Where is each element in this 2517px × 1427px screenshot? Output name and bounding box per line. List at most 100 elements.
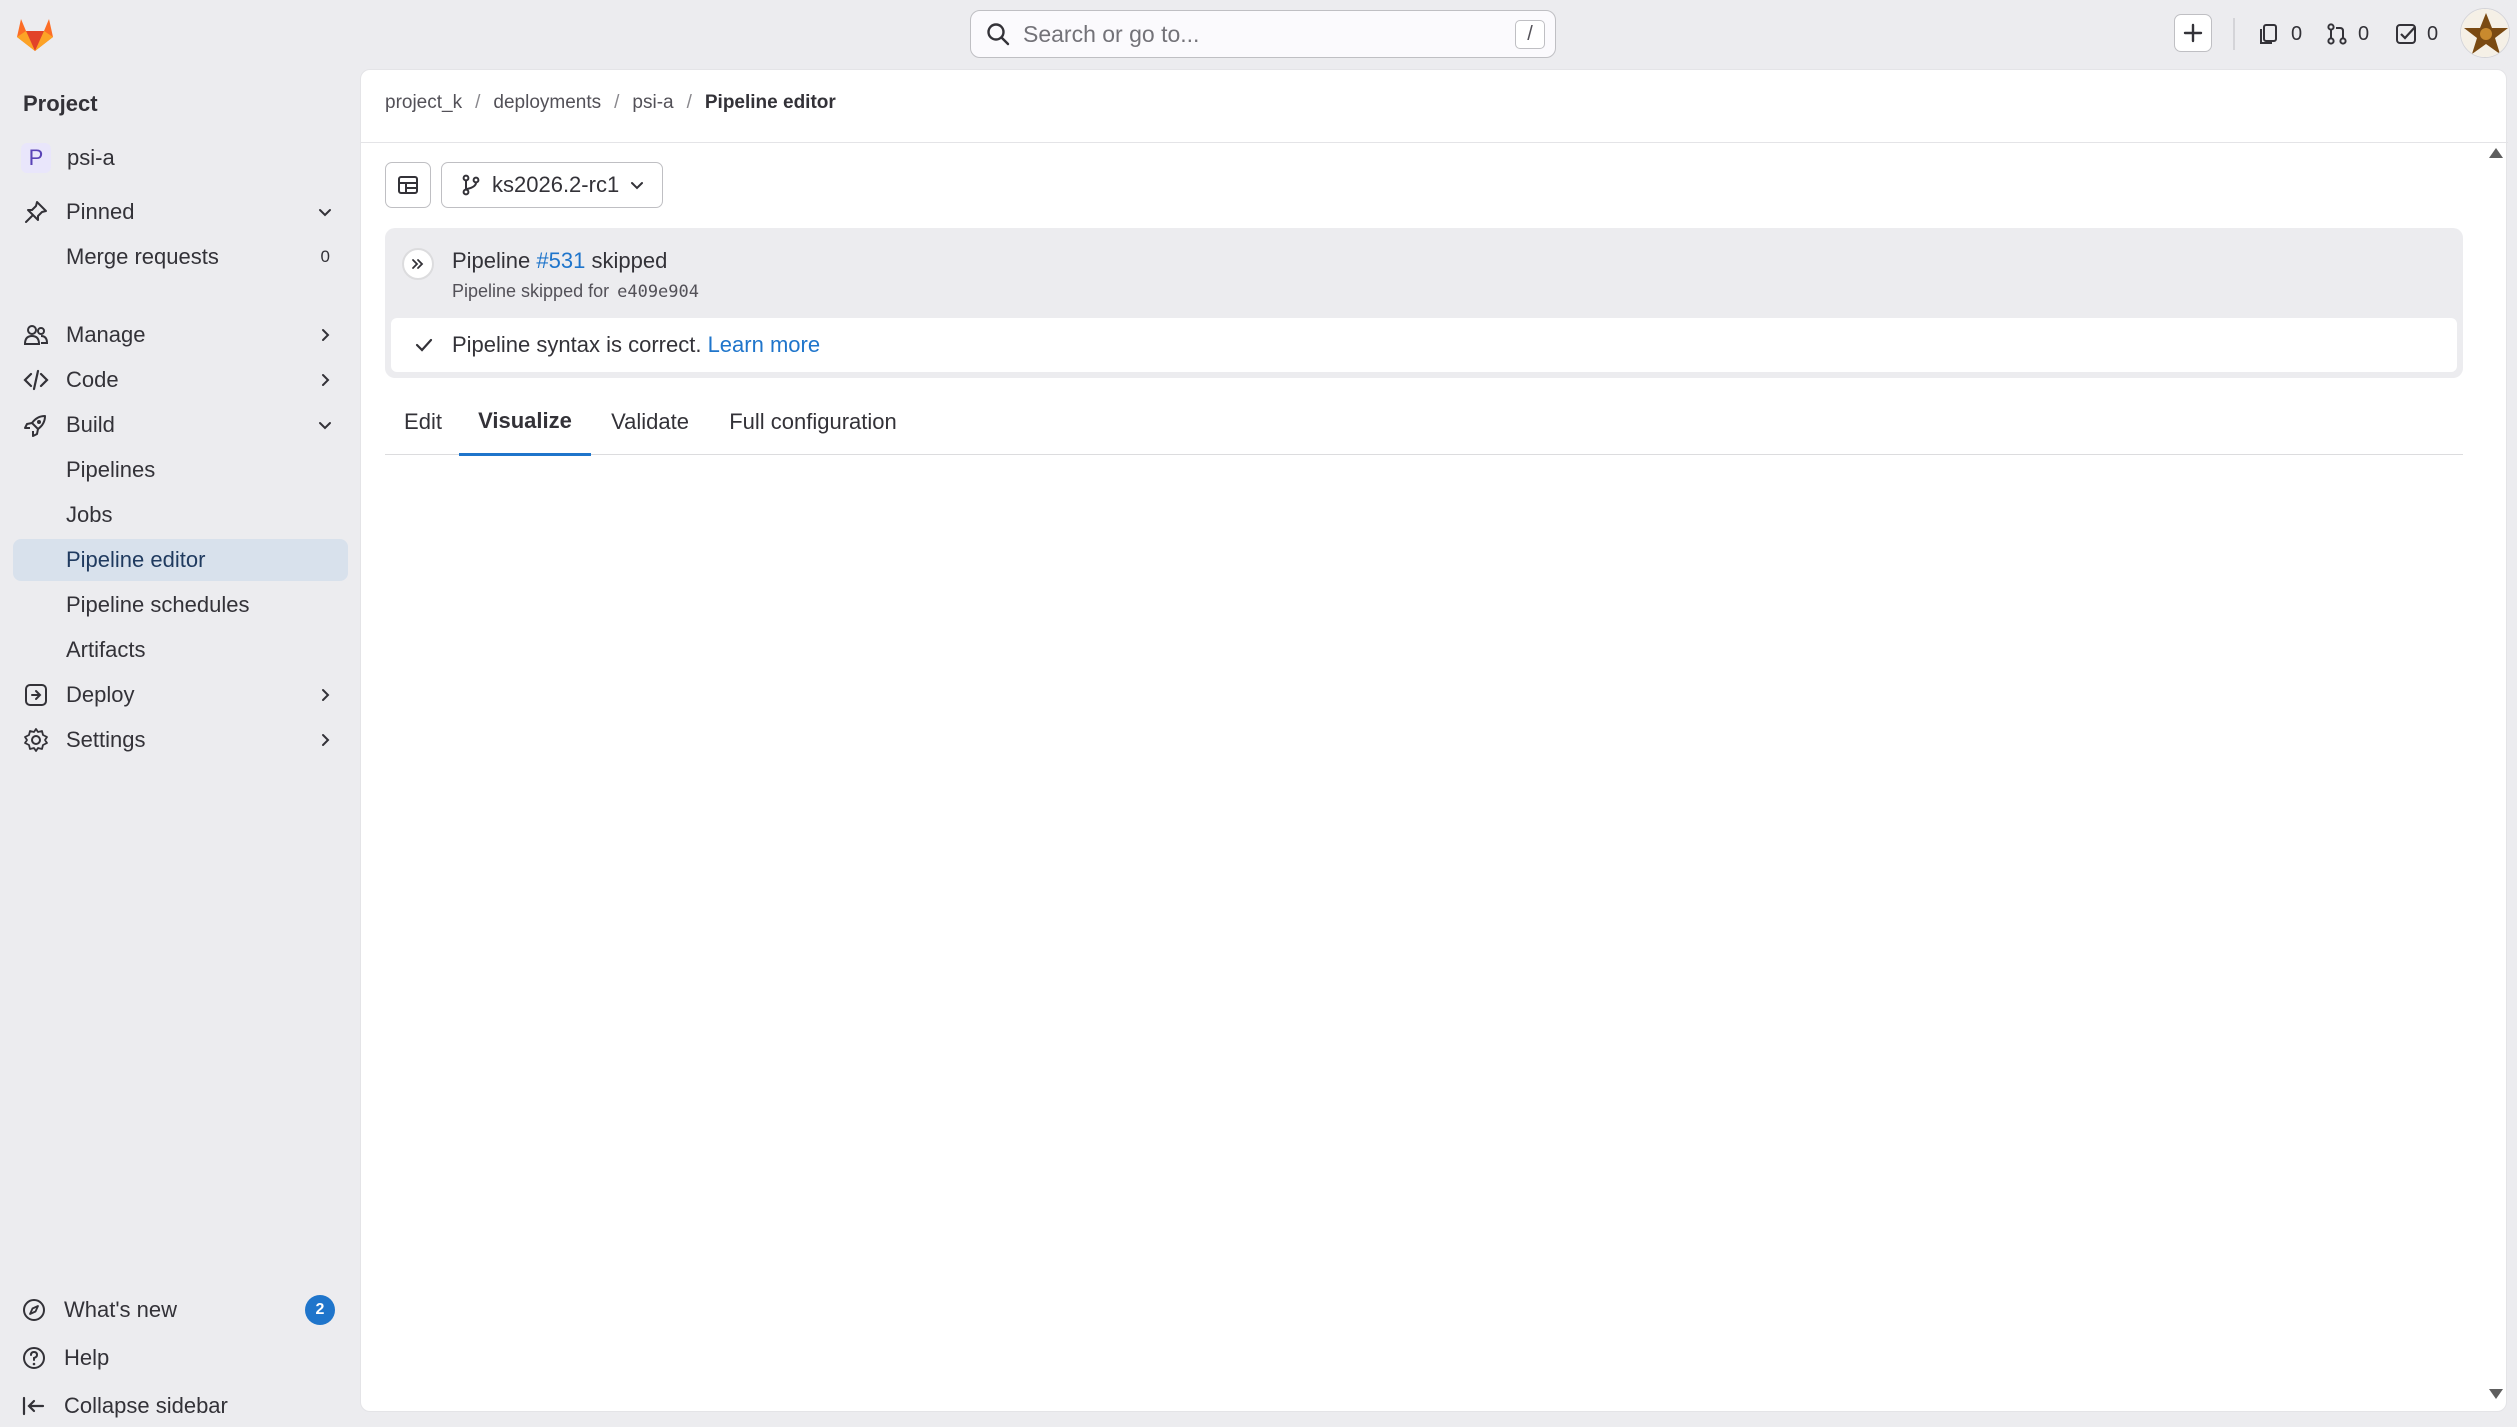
breadcrumb-separator: / bbox=[475, 92, 481, 113]
sidebar-item-artifacts[interactable]: Artifacts bbox=[13, 629, 348, 671]
users-icon bbox=[23, 325, 49, 345]
plus-icon bbox=[2183, 23, 2203, 43]
sidebar-item-deploy[interactable]: Deploy bbox=[13, 674, 348, 716]
issues-icon bbox=[2260, 24, 2277, 44]
whats-new-button[interactable]: What's new 2 bbox=[13, 1289, 348, 1331]
breadcrumb-separator: / bbox=[686, 92, 692, 113]
sidebar-item-pipeline-editor[interactable]: Pipeline editor bbox=[13, 539, 348, 581]
project-name: psi-a bbox=[67, 145, 115, 170]
sidebar-item-build[interactable]: Build bbox=[13, 404, 348, 446]
chevron-down-icon bbox=[631, 182, 644, 190]
sidebar-item-label: Pinned bbox=[66, 199, 135, 224]
sidebar-item-label: Manage bbox=[66, 322, 146, 347]
tab-visualize[interactable]: Visualize bbox=[459, 388, 591, 456]
branch-selector[interactable]: ks2026.2-rc1 bbox=[441, 162, 663, 208]
top-bar: Search or go to... / 0 0 0 bbox=[0, 0, 2517, 69]
pipeline-status-text: skipped bbox=[591, 248, 668, 273]
issues-counter[interactable]: 0 bbox=[2258, 18, 2302, 50]
breadcrumb-item[interactable]: deployments bbox=[493, 92, 601, 114]
tab-validate[interactable]: Validate bbox=[595, 388, 705, 455]
scroll-up-arrow-icon[interactable] bbox=[2489, 148, 2503, 158]
pipeline-sub-text: Pipeline skipped for bbox=[452, 281, 610, 301]
avatar-image-icon bbox=[2461, 9, 2509, 57]
lint-message: Pipeline syntax is correct. bbox=[452, 332, 702, 357]
sidebar-item-pipelines[interactable]: Pipelines bbox=[13, 449, 348, 491]
sidebar-item-pinned[interactable]: Pinned bbox=[13, 191, 348, 233]
chevron-right-icon bbox=[322, 329, 330, 341]
project-link[interactable]: P psi-a bbox=[13, 136, 348, 180]
sidebar-item-label: Artifacts bbox=[66, 637, 146, 662]
tab-edit[interactable]: Edit bbox=[385, 388, 461, 455]
sidebar-item-label: Code bbox=[66, 367, 119, 392]
sidebar-item-merge-requests[interactable]: Merge requests 0 bbox=[13, 236, 348, 278]
todos-count: 0 bbox=[2427, 22, 2439, 45]
breadcrumb-separator: / bbox=[614, 92, 620, 113]
breadcrumb-item[interactable]: psi-a bbox=[632, 92, 673, 114]
pipeline-prefix: Pipeline bbox=[452, 248, 531, 273]
lint-status-text: Pipeline syntax is correct. Learn more bbox=[452, 332, 820, 358]
breadcrumb-current[interactable]: Pipeline editor bbox=[705, 92, 836, 114]
issues-count: 0 bbox=[2291, 22, 2303, 45]
chevron-down-icon bbox=[319, 209, 331, 217]
collapse-left-icon bbox=[22, 1396, 45, 1416]
deploy-icon bbox=[25, 684, 47, 706]
help-button[interactable]: Help bbox=[13, 1337, 348, 1379]
merge-requests-count: 0 bbox=[2358, 22, 2370, 45]
commit-sha-link[interactable]: e409e904 bbox=[617, 282, 699, 302]
pin-icon bbox=[25, 201, 47, 223]
sidebar-item-manage[interactable]: Manage bbox=[13, 314, 348, 356]
chevron-right-icon bbox=[322, 689, 330, 701]
breadcrumb: project_k / deployments / psi-a / Pipeli… bbox=[385, 92, 836, 114]
merge-requests-counter[interactable]: 0 bbox=[2325, 18, 2369, 50]
collapse-sidebar-button[interactable]: Collapse sidebar bbox=[13, 1385, 348, 1427]
todo-icon bbox=[2396, 24, 2416, 44]
rocket-icon bbox=[24, 415, 46, 437]
sidebar-item-label: Merge requests bbox=[66, 244, 219, 269]
chevron-right-icon bbox=[322, 374, 330, 386]
whats-new-badge: 2 bbox=[305, 1295, 335, 1325]
sidebar-item-code[interactable]: Code bbox=[13, 359, 348, 401]
todos-counter[interactable]: 0 bbox=[2394, 18, 2438, 50]
sidebar-item-label: Pipelines bbox=[66, 457, 156, 482]
sidebar-item-label: Pipeline schedules bbox=[66, 592, 250, 617]
sidebar-item-settings[interactable]: Settings bbox=[13, 719, 348, 761]
chevron-right-icon bbox=[322, 734, 330, 746]
sidebar-item-label: Pipeline editor bbox=[66, 547, 206, 572]
sidebar-heading: Project bbox=[23, 91, 98, 116]
sidebar-item-label: Build bbox=[66, 412, 115, 437]
project-avatar: P bbox=[21, 143, 51, 173]
sidebar-item-label: Deploy bbox=[66, 682, 135, 707]
branch-name: ks2026.2-rc1 bbox=[492, 172, 620, 197]
user-avatar[interactable] bbox=[2460, 8, 2510, 58]
main-content: project_k / deployments / psi-a / Pipeli… bbox=[360, 69, 2508, 1412]
pipeline-id-link[interactable]: #531 bbox=[536, 248, 585, 273]
code-icon bbox=[23, 369, 49, 391]
sidebar-item-label: Jobs bbox=[66, 502, 113, 527]
whats-new-label: What's new bbox=[64, 1297, 178, 1322]
compass-icon bbox=[23, 1299, 45, 1321]
create-new-button[interactable] bbox=[2174, 14, 2212, 52]
pipeline-status-subtitle: Pipeline skipped for e409e904 bbox=[452, 281, 699, 302]
topbar-divider bbox=[2233, 18, 2235, 50]
search-shortcut-key: / bbox=[1515, 20, 1545, 49]
breadcrumb-item[interactable]: project_k bbox=[385, 92, 462, 114]
search-icon bbox=[987, 23, 1010, 46]
help-icon bbox=[23, 1347, 45, 1369]
visualization-canvas bbox=[385, 460, 2463, 1390]
branch-icon bbox=[462, 174, 480, 196]
file-tree-toggle-button[interactable] bbox=[385, 162, 431, 208]
status-skipped-icon[interactable] bbox=[402, 248, 434, 280]
check-icon bbox=[415, 338, 433, 352]
learn-more-link[interactable]: Learn more bbox=[708, 332, 821, 357]
file-tree-icon bbox=[398, 176, 418, 194]
search-input[interactable]: Search or go to... / bbox=[970, 10, 1556, 58]
sidebar-item-pipeline-schedules[interactable]: Pipeline schedules bbox=[13, 584, 348, 626]
sidebar: Project P psi-a Pinned Merge requests 0 … bbox=[0, 69, 360, 1418]
lint-status-row: Pipeline syntax is correct. Learn more bbox=[391, 318, 2457, 372]
scroll-down-arrow-icon[interactable] bbox=[2489, 1389, 2503, 1399]
merge-requests-count: 0 bbox=[320, 247, 330, 266]
tab-full-configuration[interactable]: Full configuration bbox=[713, 388, 913, 455]
gitlab-logo-icon[interactable] bbox=[14, 13, 56, 53]
sidebar-item-jobs[interactable]: Jobs bbox=[13, 494, 348, 536]
pipeline-status-title: Pipeline #531 skipped bbox=[452, 248, 667, 274]
